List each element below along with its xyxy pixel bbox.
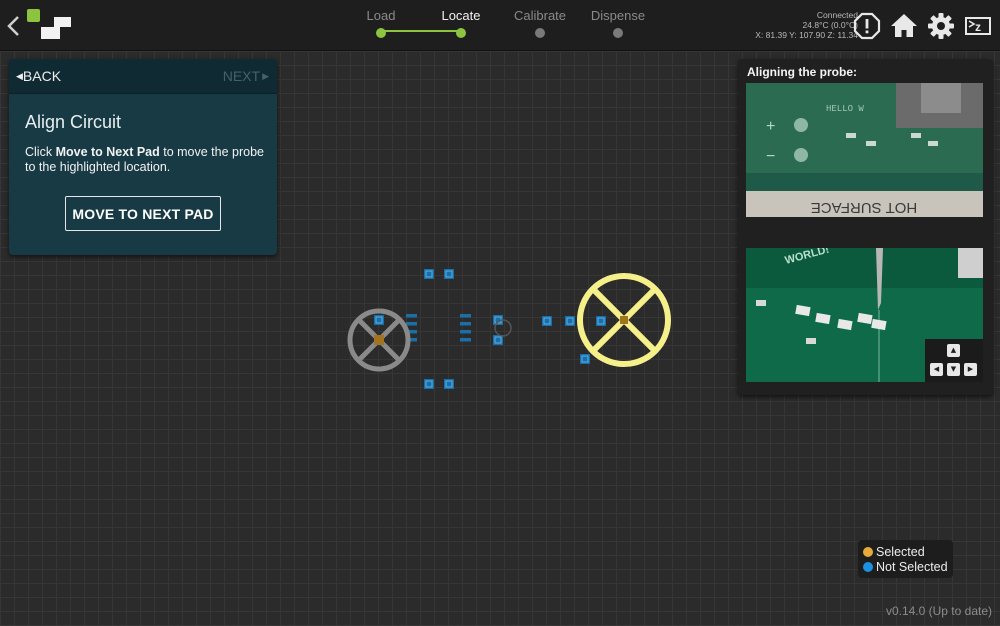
legend-selected: Selected — [863, 544, 953, 559]
pad[interactable] — [564, 315, 576, 327]
progress-steps: Load Locate Calibrate Dispense — [352, 0, 652, 51]
board-silkscreen-text: HELLO W — [826, 104, 864, 114]
top-icon-group: z — [853, 10, 992, 42]
step-load[interactable]: Load — [341, 8, 421, 38]
caret-right-icon: ▶ — [262, 71, 269, 81]
camera-panel: Aligning the probe: HELLO W + − HOT SURF… — [738, 59, 993, 395]
not-selected-dot-icon — [863, 561, 873, 572]
svg-text:−: − — [766, 148, 775, 165]
hot-surface-label: HOT SURFACE — [811, 199, 917, 216]
step-calibrate[interactable]: Calibrate — [500, 8, 580, 38]
back-button[interactable]: ◀BACK — [16, 68, 61, 84]
sleep-icon[interactable]: z — [964, 12, 992, 40]
jog-right-button[interactable]: ▶ — [964, 363, 977, 376]
target-fiducial-marker — [577, 273, 671, 367]
pad[interactable] — [460, 338, 471, 342]
pad[interactable] — [579, 353, 591, 365]
pad[interactable] — [423, 268, 435, 280]
instruction-text: Click Move to Next Pad to move the probe… — [25, 145, 270, 175]
pad[interactable] — [406, 322, 417, 326]
move-to-next-pad-button[interactable]: MOVE TO NEXT PAD — [65, 196, 221, 231]
step-load-dot — [376, 28, 386, 38]
caret-left-icon: ◀ — [16, 71, 23, 81]
pad[interactable] — [373, 314, 385, 326]
pad[interactable] — [460, 314, 471, 318]
logo — [27, 9, 71, 39]
alert-icon[interactable] — [853, 12, 881, 40]
step-calibrate-label: Calibrate — [513, 8, 567, 23]
back-chevron-icon[interactable] — [4, 12, 24, 40]
pad[interactable] — [541, 315, 553, 327]
legend-selected-label: Selected — [876, 544, 925, 559]
back-label: BACK — [22, 68, 62, 84]
legend-not-selected: Not Selected — [863, 559, 953, 574]
next-label: NEXT — [222, 68, 261, 84]
jog-up-button[interactable]: ▲ — [947, 344, 960, 357]
reference-photo: HELLO W + − HOT SURFACE — [746, 83, 983, 217]
version-label: v0.14.0 (Up to date) — [885, 604, 992, 618]
pad[interactable] — [443, 268, 455, 280]
pad[interactable] — [443, 378, 455, 390]
gear-icon[interactable] — [927, 12, 955, 40]
pad[interactable] — [460, 330, 471, 334]
instruction-nav: ◀BACK NEXT ▶ — [9, 59, 277, 94]
svg-text:+: + — [766, 118, 775, 135]
instruction-panel: ◀BACK NEXT ▶ Align Circuit Click Move to … — [9, 59, 277, 255]
connection-status: Connected — [816, 10, 858, 20]
step-dispense-dot — [613, 28, 623, 38]
pad[interactable] — [406, 314, 417, 318]
pad[interactable] — [423, 378, 435, 390]
svg-text:z: z — [975, 20, 981, 34]
instruction-text-pre: Click — [25, 145, 56, 159]
home-icon[interactable] — [890, 12, 918, 40]
step-dispense-label: Dispense — [590, 8, 646, 23]
selected-dot-icon — [863, 546, 873, 557]
jog-left-button[interactable]: ◀ — [930, 363, 943, 376]
step-locate-dot — [456, 28, 466, 38]
instruction-text-bold: Move to Next Pad — [55, 145, 160, 159]
camera-title: Aligning the probe: — [747, 65, 857, 79]
circuit-canvas[interactable] — [340, 260, 680, 400]
step-dispense[interactable]: Dispense — [578, 8, 658, 38]
legend-not-selected-label: Not Selected — [876, 559, 948, 574]
step-locate-label: Locate — [441, 8, 481, 23]
position-readout: X: 81.39 Y: 107.90 Z: 11.34 — [755, 30, 858, 40]
jog-down-button[interactable]: ▼ — [947, 363, 960, 376]
top-bar: Load Locate Calibrate Dispense Connected… — [0, 0, 1000, 51]
step-locate[interactable]: Locate — [421, 8, 501, 38]
next-button[interactable]: NEXT ▶ — [223, 68, 269, 84]
machine-status: Connected 24.8°C (0.0°C) X: 81.39 Y: 107… — [755, 10, 858, 40]
jog-controls: ▲ ◀ ▼ ▶ — [925, 339, 983, 382]
instruction-title: Align Circuit — [25, 112, 122, 132]
pad[interactable] — [460, 322, 471, 326]
step-load-label: Load — [366, 8, 396, 23]
pad-legend: Selected Not Selected — [858, 540, 953, 578]
step-calibrate-dot — [535, 28, 545, 38]
temperature-readout: 24.8°C (0.0°C) — [802, 20, 858, 30]
pad[interactable] — [595, 315, 607, 327]
